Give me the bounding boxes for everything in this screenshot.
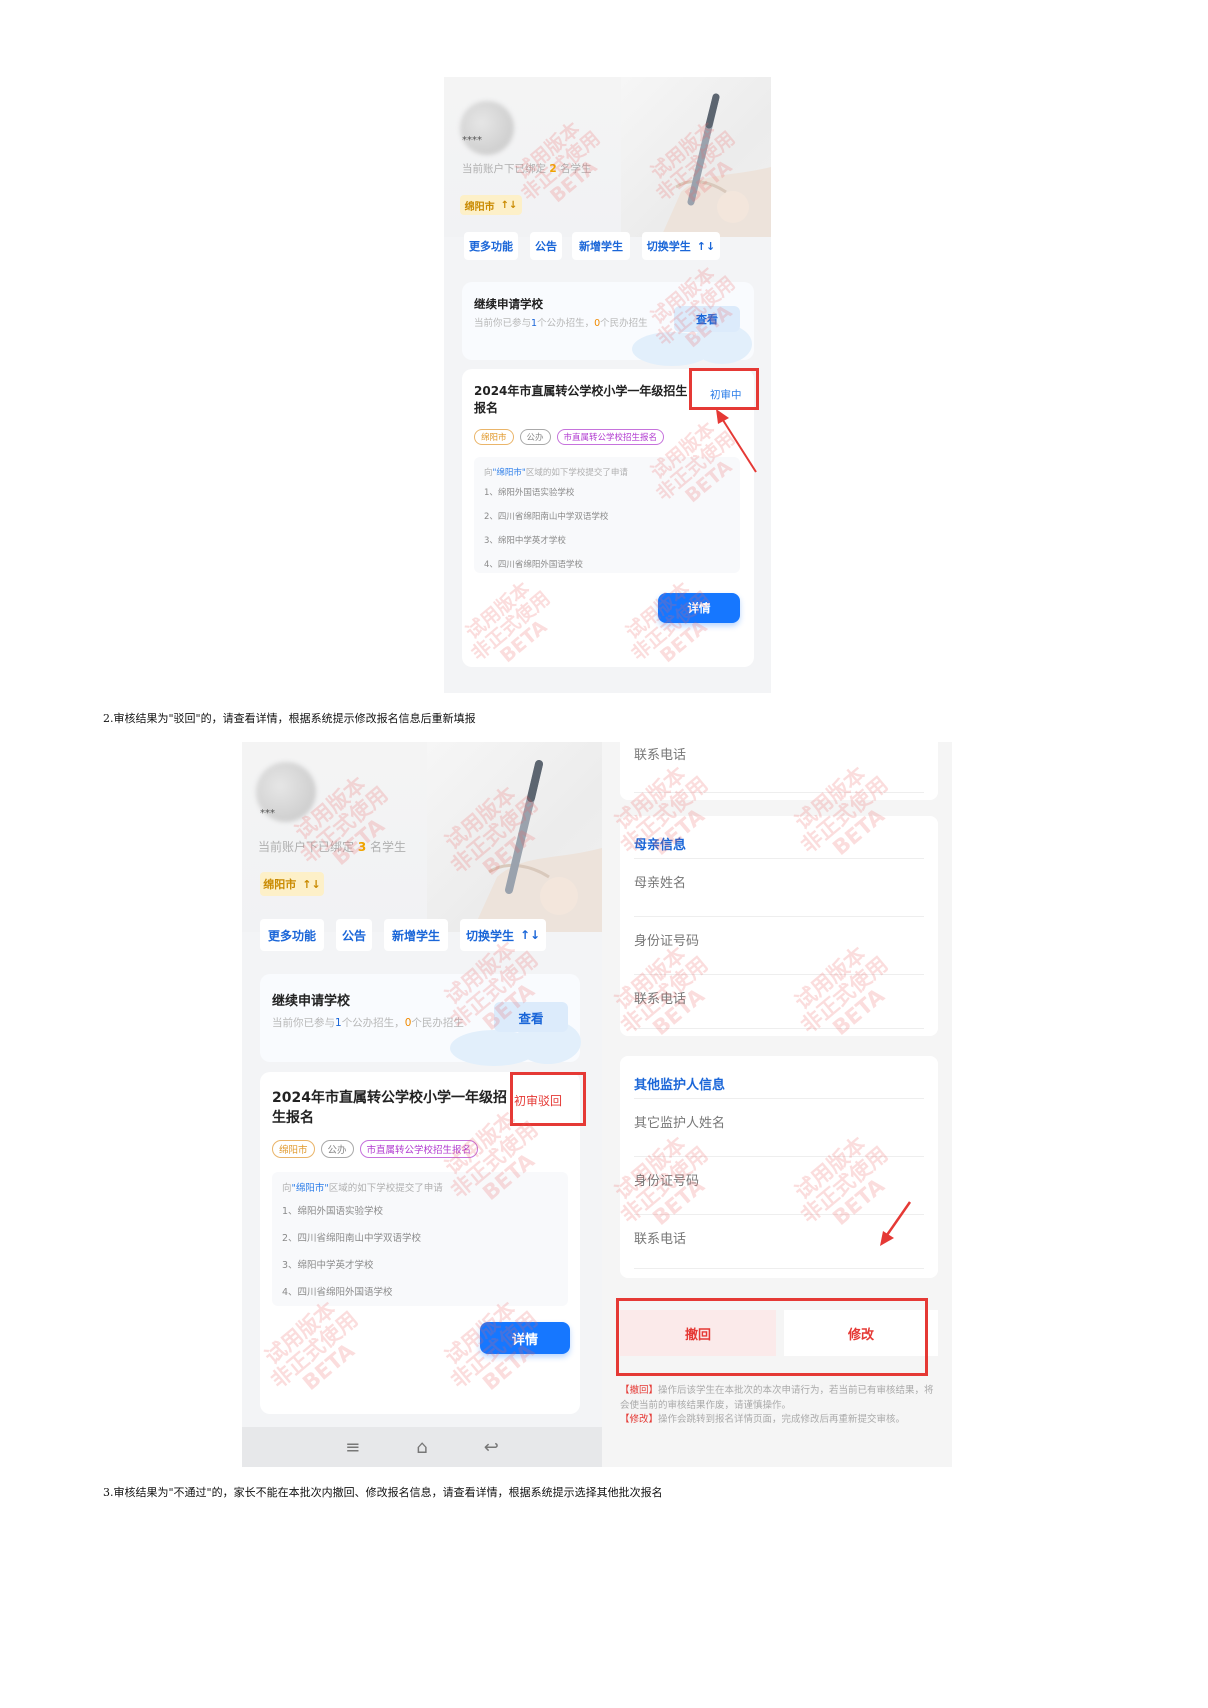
student-name: *** [260,808,275,819]
home-icon[interactable]: ⌂ [416,1437,427,1458]
school-item: 1、绵阳外国语实验学校 [282,1206,384,1217]
modify-note: 【修改】操作会跳转到报名详情页面，完成修改后再重新提交审核。 [620,1414,906,1426]
switch-student-button[interactable]: 切换学生 ↑↓ [460,919,546,951]
continue-apply-subtitle: 当前你已参与1个公办招生，0个民办招生 [272,1017,464,1029]
annotation-arrow [716,409,757,473]
school-list-header: 向"绵阳市"区域的如下学校提交了申请 [282,1183,443,1194]
tag-list: 绵阳市 公办 市直属转公学校招生报名 [272,1140,479,1158]
tag-public: 公办 [320,1140,354,1158]
operation-note: 【撤回】操作后该学生在本批次的本次申请行为，若当前已有审核结果，将会使当前的审核… [620,1384,940,1428]
city-selector[interactable]: 绵阳市 ↑↓ [260,872,324,896]
swap-icon: ↑↓ [302,877,321,891]
screenshot-1: **** 当前账户下已绑定 2 名学生 绵阳市 ↑↓ 更多功能 公告 新增学生 … [444,77,771,693]
menu-icon[interactable]: ≡ [345,1437,360,1458]
school-item: 2、四川省绵阳南山中学双语学校 [282,1233,422,1244]
highlight-box [616,1298,928,1376]
screenshot-3: 联系电话 母亲信息 母亲姓名 身份证号码 联系电话 其他监护人信息 其它监护人姓… [602,742,952,1467]
header-illustration [427,742,602,932]
continue-apply-title: 继续申请学校 [272,994,351,1009]
announcement-button[interactable]: 公告 [336,919,372,951]
profile-header: *** 当前账户下已绑定 3 名学生 绵阳市 ↑↓ [242,742,602,932]
caption-step-2: 2.审核结果为"驳回"的，请查看详情，根据系统提示修改报名信息后重新填报 [103,712,476,725]
highlight-box [510,1072,586,1126]
school-item: 3、绵阳中学英才学校 [282,1260,374,1271]
more-functions-button[interactable]: 更多功能 [260,919,324,951]
continue-apply-card: 继续申请学校 当前你已参与1个公办招生，0个民办招生 查看 [260,974,581,1066]
school-list: 向"绵阳市"区域的如下学校提交了申请 1、绵阳外国语实验学校 2、四川省绵阳南山… [272,1172,568,1306]
pen-hand-illustration [472,760,602,932]
detail-button[interactable]: 详情 [480,1322,570,1354]
caption-step-3: 3.审核结果为"不通过"的，家长不能在本批次内撤回、修改报名信息，请查看详情，根… [103,1486,663,1499]
system-navbar: ≡ ⌂ ↩ [242,1427,602,1467]
application-title: 2024年市直属转公学校小学一年级招生报名 [272,1090,507,1127]
screenshot-2: *** 当前账户下已绑定 3 名学生 绵阳市 ↑↓ 更多功能 公告 新增学生 切… [242,742,602,1467]
city-label: 绵阳市 [263,878,297,891]
tag-city: 绵阳市 [272,1140,315,1158]
bound-students-text: 当前账户下已绑定 3 名学生 [258,840,407,854]
swap-icon: ↑↓ [519,928,541,942]
back-icon[interactable]: ↩ [484,1437,499,1458]
tag-batch: 市直属转公学校招生报名 [359,1140,479,1158]
recall-note: 【撤回】操作后该学生在本批次的本次申请行为，若当前已有审核结果，将会使当前的审核… [620,1385,934,1411]
school-item: 4、四川省绵阳外国语学校 [282,1287,393,1298]
view-button[interactable]: 查看 [494,1002,568,1032]
add-student-button[interactable]: 新增学生 [384,919,448,951]
